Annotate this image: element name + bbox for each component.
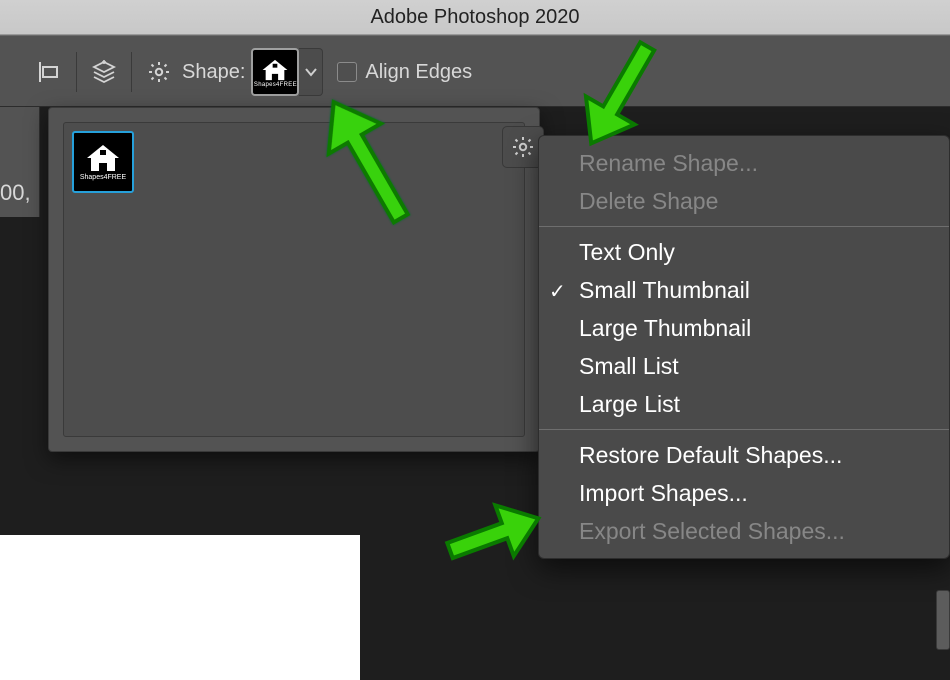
menu-small-thumbnail[interactable]: ✓ Small Thumbnail [539, 271, 949, 309]
scrollbar[interactable] [936, 590, 950, 650]
menu-small-list[interactable]: Small List [539, 347, 949, 385]
swatch-caption: Shapes4FREE [254, 82, 297, 88]
menu-item-label: Text Only [579, 239, 675, 266]
layers-stack-icon[interactable] [87, 55, 121, 89]
shape-picker-panel: Shapes4FREE [48, 107, 540, 452]
menu-item-label: Restore Default Shapes... [579, 442, 842, 469]
coordinate-readout: 00, [0, 180, 31, 206]
shape-picker-grid[interactable]: Shapes4FREE [63, 122, 525, 437]
house-shape-icon [85, 144, 121, 172]
menu-large-list[interactable]: Large List [539, 385, 949, 423]
title-bar: Adobe Photoshop 2020 [0, 0, 950, 35]
chevron-down-icon [304, 65, 318, 79]
shape-label: Shape: [182, 61, 245, 84]
menu-item-label: Rename Shape... [579, 150, 758, 177]
app-window: Adobe Photoshop 2020 Shape: Shapes4FREE [0, 0, 950, 680]
gear-icon[interactable] [142, 55, 176, 89]
align-edges-label: Align Edges [365, 61, 472, 84]
menu-import-shapes[interactable]: Import Shapes... [539, 474, 949, 512]
align-left-icon[interactable] [32, 55, 66, 89]
menu-large-thumbnail[interactable]: Large Thumbnail [539, 309, 949, 347]
divider [131, 52, 132, 92]
menu-separator [539, 226, 949, 227]
check-icon: ✓ [549, 279, 566, 304]
options-bar: Shape: Shapes4FREE Align Edges [0, 35, 950, 107]
align-edges-checkbox[interactable] [337, 62, 357, 82]
gear-icon [511, 135, 535, 159]
menu-delete-shape: Delete Shape [539, 182, 949, 220]
menu-restore-default-shapes[interactable]: Restore Default Shapes... [539, 436, 949, 474]
menu-item-label: Large List [579, 391, 680, 418]
menu-item-label: Delete Shape [579, 188, 718, 215]
menu-text-only[interactable]: Text Only [539, 233, 949, 271]
shape-thumbnail-caption: Shapes4FREE [80, 174, 126, 181]
menu-item-label: Small List [579, 353, 679, 380]
menu-rename-shape: Rename Shape... [539, 144, 949, 182]
shape-thumbnail[interactable]: Shapes4FREE [72, 131, 134, 193]
menu-export-selected-shapes: Export Selected Shapes... [539, 512, 949, 550]
menu-item-label: Import Shapes... [579, 480, 748, 507]
shape-settings-menu: Rename Shape... Delete Shape Text Only ✓… [538, 135, 950, 559]
shape-dropdown-button[interactable] [299, 48, 323, 96]
menu-item-label: Large Thumbnail [579, 315, 751, 342]
window-title: Adobe Photoshop 2020 [370, 6, 579, 29]
menu-item-label: Export Selected Shapes... [579, 518, 845, 545]
document-canvas[interactable] [0, 535, 360, 680]
menu-item-label: Small Thumbnail [579, 277, 750, 304]
house-shape-icon [261, 59, 289, 81]
menu-separator [539, 429, 949, 430]
divider [76, 52, 77, 92]
current-shape-swatch[interactable]: Shapes4FREE [251, 48, 299, 96]
